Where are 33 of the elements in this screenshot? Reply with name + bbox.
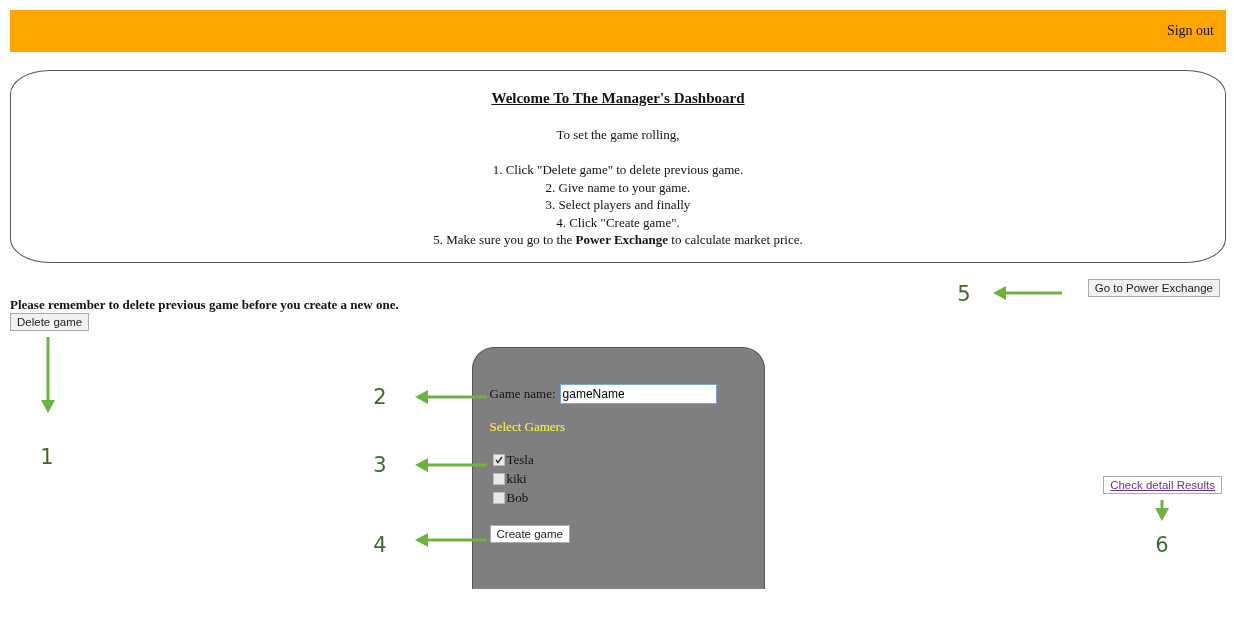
annotation-number: 2: [373, 385, 387, 409]
annotation-number: 6: [1155, 533, 1169, 557]
annotation-arrow: [415, 533, 487, 547]
create-game-button[interactable]: Create game: [489, 525, 570, 543]
annotation-number: 3: [373, 453, 387, 477]
annotation-arrow: [1155, 500, 1169, 521]
instruction-step: 5. Make sure you go to the Power Exchange to calculate market price.: [433, 231, 803, 249]
gamer-checkbox[interactable]: [492, 491, 505, 504]
gamer-name: kiki: [506, 470, 527, 487]
delete-game-button[interactable]: Delete game: [10, 313, 90, 331]
annotation-number: 4: [373, 533, 387, 557]
annotation-arrow: [415, 390, 487, 404]
annotation-arrow: [993, 286, 1062, 300]
annotation-number: 5: [957, 282, 971, 306]
instruction-step: 2. Give name to your game.: [545, 178, 691, 196]
welcome-title: Welcome To The Manager's Dashboard: [491, 90, 745, 107]
sign-out-link[interactable]: Sign out: [1166, 23, 1214, 39]
intro-text: To set the game rolling,: [556, 127, 680, 143]
instruction-step: 4. Click "Create game".: [556, 213, 680, 231]
instruction-step: 1. Click "Delete game" to delete previous game.: [492, 161, 744, 179]
annotation-arrow: [415, 458, 487, 472]
game-name-field[interactable]: gameName: [559, 384, 717, 404]
power-exchange-button[interactable]: Go to Power Exchange: [1087, 279, 1220, 297]
game-name-label: Game name:: [489, 386, 556, 402]
detail-results-link[interactable]: Check detail Results: [1103, 476, 1222, 494]
annotation-number: 1: [40, 445, 54, 469]
gamer-checkbox[interactable]: [492, 453, 505, 466]
reminder-text: Please remember to delete previous game before you create a new one.: [10, 297, 399, 313]
select-gamers-heading: Select Gamers: [489, 419, 565, 435]
instruction-step: 3. Select players and finally: [545, 196, 691, 214]
gamer-checkbox[interactable]: [492, 472, 505, 485]
gamer-name: Tesla: [506, 451, 534, 468]
gamer-name: Bob: [506, 489, 529, 506]
